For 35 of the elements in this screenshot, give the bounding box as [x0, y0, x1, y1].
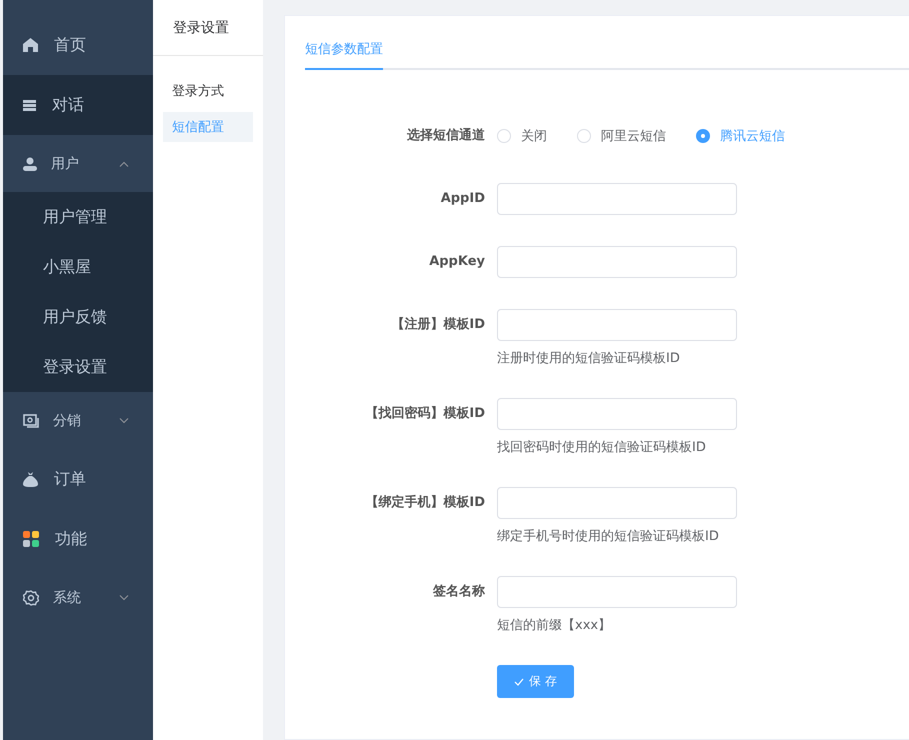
input-field[interactable]: [497, 398, 737, 430]
field-label: 签名名称: [432, 583, 485, 601]
money-bag-icon: [23, 471, 38, 487]
field-hint: 短信的前缀【xxx】: [497, 617, 612, 634]
radio-label[interactable]: 关闭: [521, 127, 547, 145]
sidebar-item[interactable]: 对话: [3, 75, 153, 135]
subnav-item[interactable]: 登录方式: [163, 76, 253, 106]
field-label: 选择短信通道: [406, 127, 485, 145]
radio-label[interactable]: 阿里云短信: [601, 127, 666, 145]
radio-button[interactable]: [696, 129, 710, 143]
field-hint: 找回密码时使用的短信验证码模板ID: [497, 439, 707, 456]
input-field[interactable]: [497, 246, 737, 278]
input-field[interactable]: [497, 576, 737, 608]
sidebar-subitem[interactable]: 登录设置: [3, 342, 153, 392]
field-label: 【绑定手机】模板ID: [364, 494, 485, 512]
input-field[interactable]: [497, 183, 737, 215]
field-label: AppID: [440, 190, 485, 208]
field-label: 【找回密码】模板ID: [364, 404, 485, 423]
home-icon: [23, 38, 38, 52]
input-field[interactable]: [497, 309, 737, 341]
field-label: AppKey: [428, 253, 485, 271]
menu-icon: [23, 100, 36, 110]
user-icon: [23, 156, 37, 170]
section-title: 登录设置: [153, 0, 263, 56]
field-hint: 绑定手机号时使用的短信验证码模板ID: [497, 528, 720, 545]
settings-icon: [23, 590, 39, 606]
field-hint: 注册时使用的短信验证码模板ID: [497, 350, 681, 367]
input-field[interactable]: [497, 487, 737, 519]
photo-icon: [23, 414, 39, 428]
field-label: 【注册】模板ID: [390, 316, 485, 334]
app-grid-icon: [23, 531, 39, 547]
check-icon: [514, 678, 524, 686]
sidebar-subitem[interactable]: 用户管理: [3, 192, 153, 242]
sidebar-subitem[interactable]: 用户反馈: [3, 292, 153, 342]
sidebar-subitem[interactable]: 小黑屋: [3, 242, 153, 292]
